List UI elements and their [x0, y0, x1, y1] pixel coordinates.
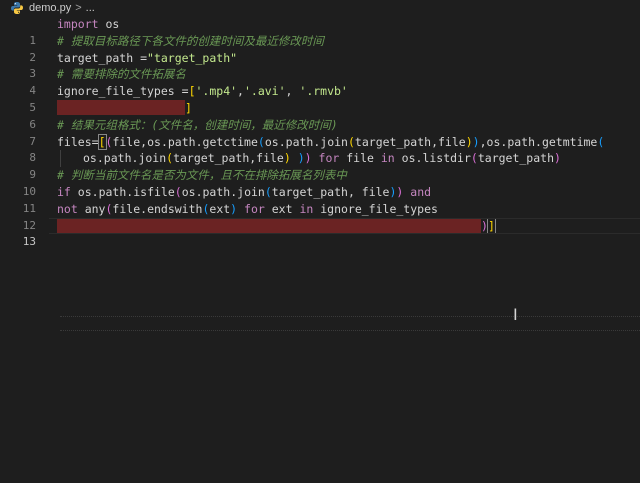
indent-guide — [60, 150, 61, 168]
code-text: os.path.join(target_path,file) )) for fi… — [83, 151, 561, 166]
code-line-12[interactable]: 12 not any(file.endswith(ext) for ext in… — [0, 201, 640, 232]
mouse-ibeam-icon: I — [513, 305, 518, 324]
code-comment: # 需要排除的文件拓展名 — [57, 67, 186, 82]
python-icon — [11, 2, 23, 15]
code-line-4[interactable]: 4 # 需要排除的文件拓展名 — [0, 66, 640, 97]
breadcrumb-separator: > — [75, 2, 82, 14]
code-text: ignore_file_types =['.mp4','.avi', '.rmv… — [57, 84, 348, 99]
code-line-3[interactable]: 3 target_path ="target_path" — [0, 50, 640, 81]
faint-divider — [60, 330, 640, 331]
code-line-1[interactable]: 1 import os — [0, 16, 640, 47]
error-highlight — [57, 99, 185, 115]
faint-divider — [60, 316, 640, 317]
code-comment: # 提取目标路径下各文件的创建时间及最近修改时间 — [57, 33, 324, 48]
code-text: target_path ="target_path" — [57, 50, 238, 65]
breadcrumb-filename[interactable]: demo.py — [29, 2, 71, 14]
line-number: 13 — [22, 235, 36, 249]
code-line-7[interactable]: 7 # 结果元组格式：(文件名，创建时间，最近修改时间) — [0, 117, 640, 148]
breadcrumb-symbols[interactable]: ... — [86, 2, 95, 14]
error-highlight — [57, 217, 481, 233]
code-line-5[interactable]: 5 ignore_file_types =['.mp4','.avi', '.r… — [0, 83, 640, 114]
code-text: files=[(file,os.path.getctime(os.path.jo… — [57, 133, 605, 150]
code-line-9[interactable]: 9 os.path.join(target_path,file) )) for … — [0, 150, 640, 181]
code-text: import os — [57, 17, 120, 31]
code-line-8[interactable]: 8 files=[(file,os.path.getctime(os.path.… — [0, 133, 640, 164]
code-editor[interactable]: 1 import os 2 # 提取目标路径下各文件的创建时间及最近修改时间 3… — [0, 16, 640, 248]
code-line-10[interactable]: 10 # 判断当前文件名是否为文件，且不在排除拓展名列表中 — [0, 167, 640, 198]
code-text: not any(file.endswith(ext) for ext in ig… — [57, 201, 438, 216]
code-text: if os.path.isfile(os.path.join(target_pa… — [57, 184, 432, 199]
code-line-11[interactable]: 11 if os.path.isfile(os.path.join(target… — [0, 184, 640, 215]
code-line-13[interactable]: 13 )] — [0, 217, 640, 248]
code-comment: # 结果元组格式：(文件名，创建时间，最近修改时间) — [57, 117, 338, 132]
code-line-2[interactable]: 2 # 提取目标路径下各文件的创建时间及最近修改时间 — [0, 33, 640, 64]
cursor-bracket: ] — [486, 217, 496, 234]
code-text: )] — [57, 217, 496, 235]
code-comment: # 判断当前文件名是否为文件，且不在排除拓展名列表中 — [57, 168, 347, 183]
code-line-6[interactable]: 6 ] — [0, 99, 640, 131]
editor-breadcrumb-bar: demo.py > ... — [0, 0, 640, 16]
code-text: ] — [57, 99, 192, 117]
